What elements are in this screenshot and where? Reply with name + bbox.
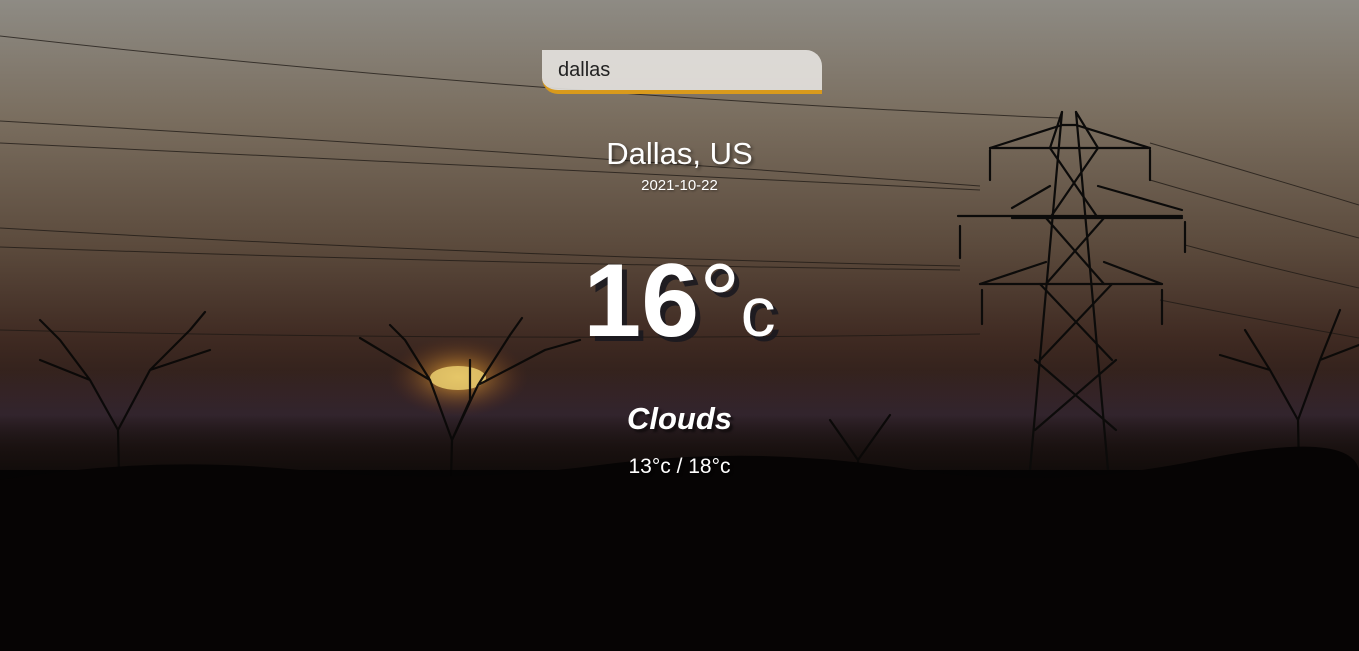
- weather-app: Dallas, US 2021-10-22 16°c Clouds 13°c /…: [0, 0, 1359, 651]
- search-input[interactable]: [542, 50, 822, 94]
- temperature-value: 16: [583, 243, 700, 359]
- temperature-display: 16°c: [0, 246, 1359, 367]
- weather-box: Clouds 13°c / 18°c: [0, 400, 1359, 480]
- temperature-range: 13°c / 18°c: [628, 455, 731, 478]
- weather-condition: Clouds: [626, 401, 733, 436]
- temperature-unit: c: [740, 273, 776, 351]
- location-box: Dallas, US 2021-10-22: [0, 136, 1359, 196]
- location-title: Dallas, US: [606, 136, 753, 171]
- degree-symbol: °: [699, 243, 741, 359]
- date-label: 2021-10-22: [641, 177, 718, 194]
